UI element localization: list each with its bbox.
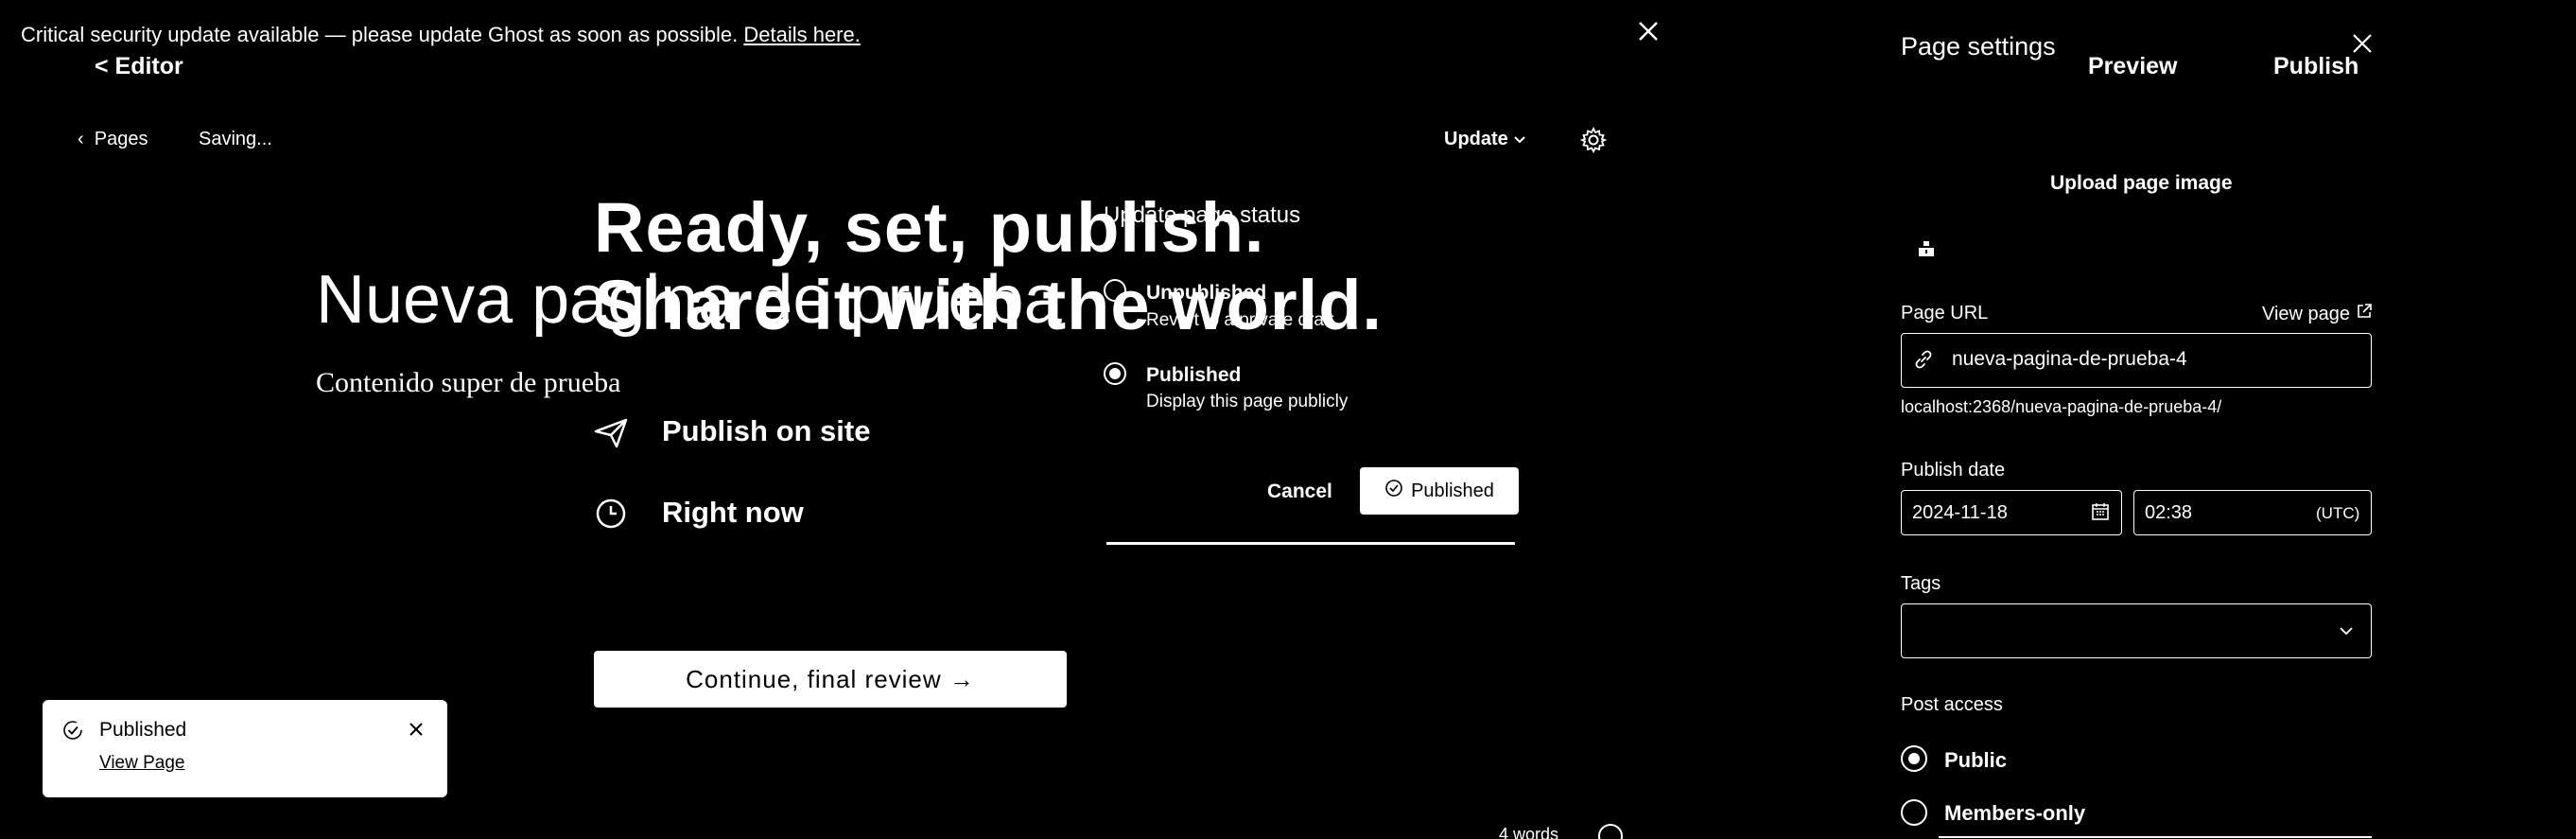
publish-time-option[interactable]: Right now <box>662 496 804 530</box>
update-dropdown[interactable]: Update <box>1444 129 1526 150</box>
publish-time-value: 02:38 <box>2145 502 2193 523</box>
tags-input[interactable] <box>1901 603 2372 658</box>
unpublished-radio[interactable] <box>1104 279 1126 302</box>
toast-view-page-link[interactable]: View Page <box>99 753 185 774</box>
timezone-label: (UTC) <box>2316 504 2360 522</box>
toast-title: Published <box>99 719 187 741</box>
page-url-full: localhost:2368/nueva-pagina-de-prueba-4/ <box>1901 397 2222 416</box>
unpublished-label: Unpublished <box>1146 282 1267 304</box>
chevron-down-icon[interactable] <box>2336 621 2357 641</box>
check-circle-icon <box>61 719 84 742</box>
help-icon[interactable] <box>1598 824 1623 839</box>
back-to-editor-button[interactable]: < Editor <box>95 53 183 80</box>
banner-close-icon[interactable] <box>1634 17 1662 45</box>
update-label: Update <box>1444 129 1508 149</box>
upload-page-image-button[interactable]: Upload page image <box>2050 172 2233 195</box>
cancel-button[interactable]: Cancel <box>1267 481 1332 503</box>
settings-divider <box>1939 836 2372 838</box>
tags-label: Tags <box>1901 573 1941 594</box>
access-members-radio[interactable] <box>1901 799 1927 826</box>
page-url-label: Page URL <box>1901 303 1989 323</box>
page-url-value: nueva-pagina-de-prueba-4 <box>1952 348 2187 370</box>
pages-breadcrumb[interactable]: ‹ Pages <box>78 129 148 150</box>
access-members-label: Members-only <box>1944 801 2086 825</box>
publish-on-site-option[interactable]: Publish on site <box>662 414 870 448</box>
unpublished-description: Revert to a private draft <box>1146 310 1334 330</box>
link-icon <box>1912 348 1935 371</box>
calendar-icon[interactable] <box>2090 501 2111 522</box>
publish-heading-2: Share it with the world. <box>594 266 1383 344</box>
clock-icon <box>592 497 632 531</box>
app-root: Critical security update available — ple… <box>0 0 2576 839</box>
preview-button[interactable]: Preview <box>2088 53 2178 80</box>
send-icon <box>592 416 632 450</box>
publish-button[interactable]: Publish <box>2273 53 2358 80</box>
publish-date-label: Publish date <box>1901 460 2006 481</box>
word-count: 4 words <box>1499 825 1559 839</box>
published-radio[interactable] <box>1104 362 1126 385</box>
published-toast: Published View Page <box>43 700 447 797</box>
continue-final-review-button[interactable]: Continue, final review → <box>594 651 1067 708</box>
settings-close-icon[interactable] <box>2347 28 2377 59</box>
save-status: Saving... <box>199 129 272 149</box>
confirm-published-button[interactable]: Published <box>1360 467 1519 515</box>
access-public-radio[interactable] <box>1901 745 1927 772</box>
post-access-label: Post access <box>1901 694 2003 715</box>
security-banner: Critical security update available — ple… <box>21 23 861 47</box>
pages-label: Pages <box>94 129 148 149</box>
chevron-left-icon: ‹ <box>78 129 95 149</box>
published-description: Display this page publicly <box>1146 392 1349 411</box>
settings-panel-title: Page settings <box>1901 32 2056 61</box>
external-link-icon <box>2356 304 2373 324</box>
image-upload-icon[interactable] <box>1916 238 1937 259</box>
publish-date-value: 2024-11-18 <box>1912 502 2008 523</box>
page-body[interactable]: Contenido super de prueba <box>316 367 620 399</box>
view-page-link[interactable]: View page <box>2262 303 2373 325</box>
chevron-down-icon <box>1513 129 1526 149</box>
published-label: Published <box>1146 364 1242 386</box>
confirm-published-label: Published <box>1411 480 1494 501</box>
gear-icon[interactable] <box>1579 126 1608 154</box>
toast-close-icon[interactable] <box>406 719 426 740</box>
access-public-label: Public <box>1944 748 2008 772</box>
popup-divider <box>1106 542 1515 545</box>
check-circle-icon <box>1384 479 1403 503</box>
banner-text: Critical security update available — ple… <box>21 23 739 46</box>
banner-details-link[interactable]: Details here. <box>743 23 861 46</box>
status-popup-title: Update page status <box>1104 202 1301 228</box>
view-page-label: View page <box>2262 304 2351 324</box>
